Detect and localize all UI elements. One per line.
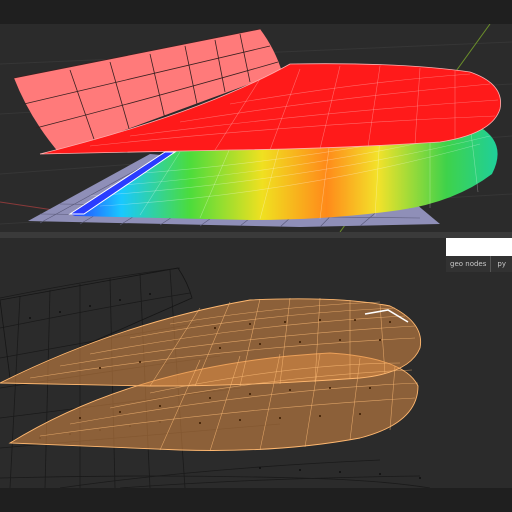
viewport-bottom[interactable] <box>0 238 512 488</box>
top-band <box>0 0 512 24</box>
viewport-top-canvas <box>0 24 512 232</box>
viewport-top[interactable] <box>0 24 512 232</box>
bottom-band <box>0 488 512 512</box>
viewport-bottom-canvas <box>0 267 431 488</box>
